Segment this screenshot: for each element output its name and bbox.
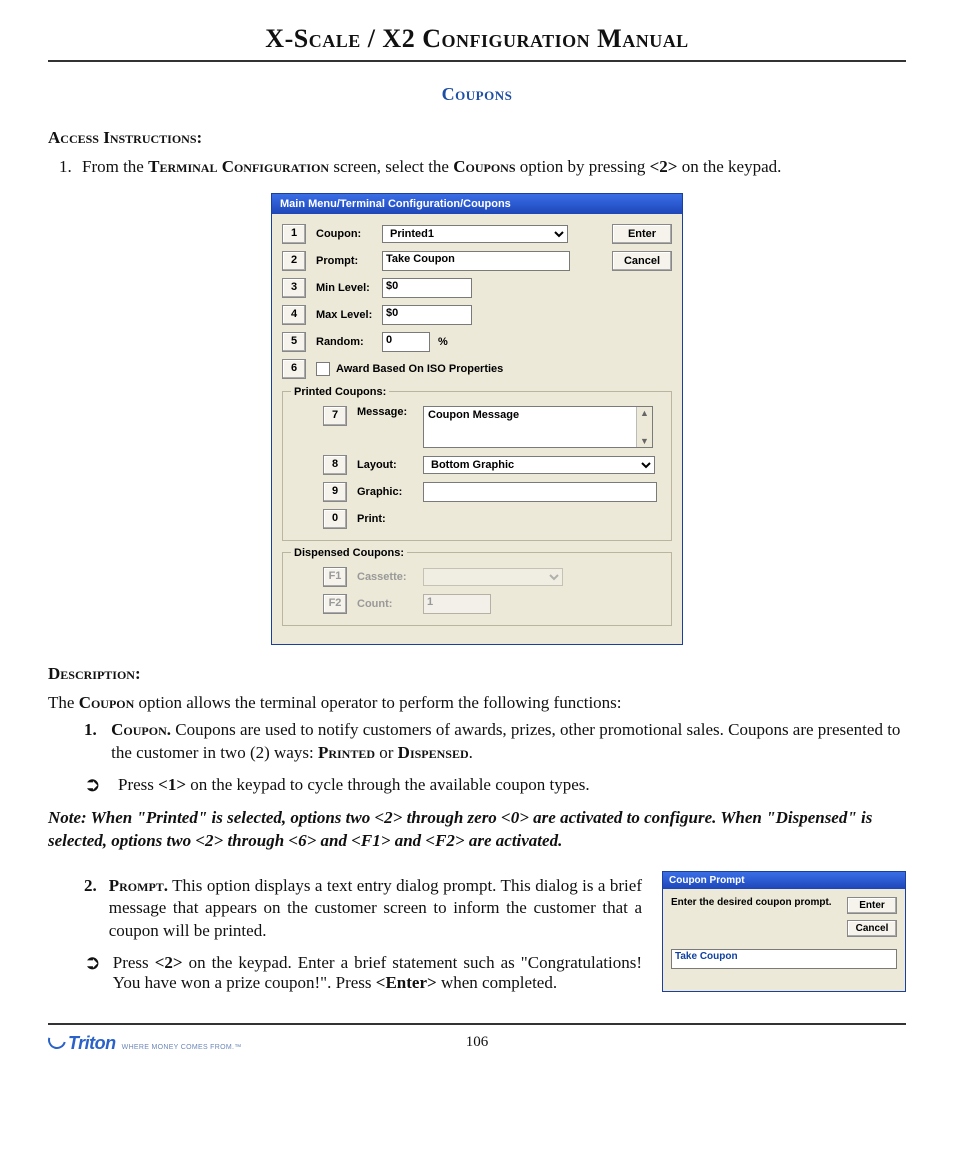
key-3[interactable]: 3 xyxy=(282,278,306,298)
row-graphic: 9 Graphic: xyxy=(291,482,663,502)
dialog-right-buttons: Enter Cancel xyxy=(612,224,672,271)
key-0[interactable]: 0 xyxy=(323,509,347,529)
label-random: Random: xyxy=(316,336,382,348)
desc-item-2-wrap: 2. Prompt. This option displays a text e… xyxy=(48,871,906,1006)
key-7[interactable]: 7 xyxy=(323,406,347,426)
row-layout: 8 Layout: Bottom Graphic xyxy=(291,455,663,475)
row-count: F2 Count: 1 xyxy=(291,594,663,614)
label-prompt: Prompt: xyxy=(316,255,382,267)
desc-item-1: 1. Coupon. Coupons are used to notify cu… xyxy=(84,719,906,765)
desc-text-2: Prompt. This option displays a text entr… xyxy=(109,875,642,944)
prompt-msg-row: Enter the desired coupon prompt. Enter C… xyxy=(671,897,897,937)
row-prompt: 2 Prompt: Take Coupon xyxy=(282,251,600,271)
random-field[interactable]: 0 xyxy=(382,332,430,352)
label-maxlevel: Max Level: xyxy=(316,309,382,321)
label-award: Award Based On ISO Properties xyxy=(336,363,503,375)
dispensed-group: Dispensed Coupons: F1 Cassette: F2 Count… xyxy=(282,547,672,626)
arrow-icon: ➲ xyxy=(84,775,106,795)
desc-item-2: 2. Prompt. This option displays a text e… xyxy=(84,875,642,944)
manual-title: X-Scale / X2 Configuration Manual xyxy=(48,24,906,62)
label-coupon: Coupon: xyxy=(316,228,382,240)
key-9[interactable]: 9 xyxy=(323,482,347,502)
message-value: Coupon Message xyxy=(428,409,519,421)
prompt-dialog-title: Coupon Prompt xyxy=(663,872,905,889)
label-message: Message: xyxy=(357,406,423,418)
random-unit: % xyxy=(438,336,448,348)
label-count: Count: xyxy=(357,598,423,610)
desc-arrow-1: ➲ Press <1> on the keypad to cycle throu… xyxy=(84,775,906,795)
coupons-dialog: Main Menu/Terminal Configuration/Coupons… xyxy=(271,193,683,645)
message-textarea[interactable]: Coupon Message ▲ ▼ xyxy=(423,406,653,448)
prompt-msg: Enter the desired coupon prompt. xyxy=(671,897,839,908)
key-4[interactable]: 4 xyxy=(282,305,306,325)
row-print: 0 Print: xyxy=(291,509,663,529)
printed-legend: Printed Coupons: xyxy=(291,386,389,398)
desc-text-1: Coupon. Coupons are used to notify custo… xyxy=(111,719,906,765)
desc-arrow-2-text: Press <2> on the keypad. Enter a brief s… xyxy=(113,953,642,993)
enter-button[interactable]: Enter xyxy=(612,224,672,244)
award-checkbox[interactable] xyxy=(316,362,330,376)
scrollbar[interactable]: ▲ ▼ xyxy=(636,407,652,447)
key-1[interactable]: 1 xyxy=(282,224,306,244)
key-f2[interactable]: F2 xyxy=(323,594,347,614)
arrow-icon: ➲ xyxy=(84,953,101,993)
key-8[interactable]: 8 xyxy=(323,455,347,475)
page-number: 106 xyxy=(0,1034,954,1051)
row-random: 5 Random: 0 % xyxy=(282,332,672,352)
label-cassette: Cassette: xyxy=(357,571,423,583)
count-field: 1 xyxy=(423,594,491,614)
cassette-select xyxy=(423,568,563,586)
scroll-up-icon[interactable]: ▲ xyxy=(637,407,652,419)
graphic-field[interactable] xyxy=(423,482,657,502)
printed-group: Printed Coupons: 7 Message: Coupon Messa… xyxy=(282,386,672,541)
desc-label: Description: xyxy=(48,664,141,683)
access-label: Access Instructions: xyxy=(48,128,202,147)
key-5[interactable]: 5 xyxy=(282,332,306,352)
dialog-titlebar: Main Menu/Terminal Configuration/Coupons xyxy=(272,194,682,214)
desc-num-1: 1. xyxy=(84,719,99,765)
note-text: Note: When "Printed" is selected, option… xyxy=(48,807,906,853)
prompt-cancel-button[interactable]: Cancel xyxy=(847,920,897,937)
key-f1[interactable]: F1 xyxy=(323,567,347,587)
prompt-dialog: Coupon Prompt Enter the desired coupon p… xyxy=(662,871,906,992)
label-layout: Layout: xyxy=(357,459,423,471)
coupon-select[interactable]: Printed1 xyxy=(382,225,568,243)
row-award: 6 Award Based On ISO Properties xyxy=(282,359,672,379)
label-print: Print: xyxy=(357,513,423,525)
footer: Triton WHERE MONEY COMES FROM.™ 106 xyxy=(48,1023,906,1054)
prompt-enter-button[interactable]: Enter xyxy=(847,897,897,914)
access-item-1: From the Terminal Configuration screen, … xyxy=(76,156,906,179)
row-maxlevel: 4 Max Level: $0 xyxy=(282,305,672,325)
description-heading: Description: xyxy=(48,663,906,686)
dialog-body: 1 Coupon: Printed1 2 Prompt: Take Coupon xyxy=(272,214,682,636)
desc-num-2: 2. xyxy=(84,875,97,944)
access-heading: Access Instructions: xyxy=(48,127,906,150)
prompt-field[interactable]: Take Coupon xyxy=(382,251,570,271)
minlevel-field[interactable]: $0 xyxy=(382,278,472,298)
prompt-dialog-body: Enter the desired coupon prompt. Enter C… xyxy=(663,889,905,991)
maxlevel-field[interactable]: $0 xyxy=(382,305,472,325)
page: X-Scale / X2 Configuration Manual Coupon… xyxy=(0,0,954,1159)
desc-arrow-1-text: Press <1> on the keypad to cycle through… xyxy=(118,775,590,795)
prompt-input[interactable]: Take Coupon xyxy=(671,949,897,969)
section-title: Coupons xyxy=(48,84,906,105)
label-graphic: Graphic: xyxy=(357,486,423,498)
label-minlevel: Min Level: xyxy=(316,282,382,294)
layout-select[interactable]: Bottom Graphic xyxy=(423,456,655,474)
dialog-screenshot: Main Menu/Terminal Configuration/Coupons… xyxy=(48,193,906,645)
access-list: From the Terminal Configuration screen, … xyxy=(76,156,906,179)
scroll-down-icon[interactable]: ▼ xyxy=(637,435,652,447)
row-coupon: 1 Coupon: Printed1 xyxy=(282,224,600,244)
row-minlevel: 3 Min Level: $0 xyxy=(282,278,672,298)
dispensed-legend: Dispensed Coupons: xyxy=(291,547,407,559)
row-cassette: F1 Cassette: xyxy=(291,567,663,587)
desc-intro: The Coupon option allows the terminal op… xyxy=(48,692,906,715)
row-message: 7 Message: Coupon Message ▲ ▼ xyxy=(291,406,663,448)
key-6[interactable]: 6 xyxy=(282,359,306,379)
cancel-button[interactable]: Cancel xyxy=(612,251,672,271)
key-2[interactable]: 2 xyxy=(282,251,306,271)
desc-arrow-2: ➲ Press <2> on the keypad. Enter a brief… xyxy=(84,953,642,993)
